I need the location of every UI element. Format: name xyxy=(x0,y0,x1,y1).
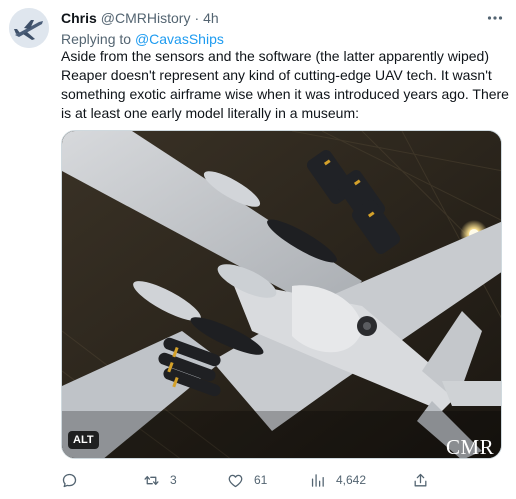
tweet-text-line: Aside from the sensors and the software … xyxy=(61,48,489,64)
views-count: 4,642 xyxy=(336,473,367,487)
tweet-header: Chris @CMRHistory · 4h xyxy=(61,9,219,27)
more-horizontal-icon xyxy=(487,16,503,20)
like-count: 61 xyxy=(254,473,268,487)
avatar[interactable] xyxy=(9,8,49,48)
reaper-drone-museum-photo xyxy=(62,131,501,458)
share-icon xyxy=(414,473,427,486)
tweet-photo[interactable] xyxy=(61,130,502,459)
author-handle[interactable]: @CMRHistory xyxy=(101,10,191,26)
tweet[interactable]: Chris @CMRHistory · 4h Replying to @Cava… xyxy=(0,0,516,499)
more-options-button[interactable] xyxy=(486,9,504,27)
tweet-text: Aside from the sensors and the software … xyxy=(61,47,509,123)
tweet-text-line: is at least one early model literally in… xyxy=(61,105,360,121)
tweet-text-line: Reaper doesn't represent any kind of cut… xyxy=(61,67,492,83)
tweet-actions: 3 61 4,642 xyxy=(61,469,502,491)
reply-icon xyxy=(62,473,77,487)
photo-watermark: CMR xyxy=(446,435,495,459)
heart-icon xyxy=(228,474,243,487)
tweet-text-line: something exotic airframe wise when it w… xyxy=(61,86,509,102)
views-icon xyxy=(311,473,324,487)
share-button[interactable] xyxy=(412,469,429,491)
retweet-icon xyxy=(144,475,159,485)
like-button[interactable]: 61 xyxy=(227,469,267,491)
replying-to: Replying to @CavasShips xyxy=(61,31,224,47)
replying-to-label: Replying to xyxy=(61,31,132,47)
avatar-aircraft-image xyxy=(9,8,49,48)
dot-separator: · xyxy=(194,10,200,26)
views-button[interactable]: 4,642 xyxy=(309,469,366,491)
author-name[interactable]: Chris xyxy=(61,10,97,26)
retweet-count: 3 xyxy=(170,473,177,487)
tweet-timestamp[interactable]: 4h xyxy=(203,10,219,26)
retweet-button[interactable]: 3 xyxy=(143,469,177,491)
reply-button[interactable] xyxy=(61,469,88,491)
replying-to-mention[interactable]: @CavasShips xyxy=(135,31,224,47)
alt-text-button[interactable]: ALT xyxy=(68,431,99,449)
